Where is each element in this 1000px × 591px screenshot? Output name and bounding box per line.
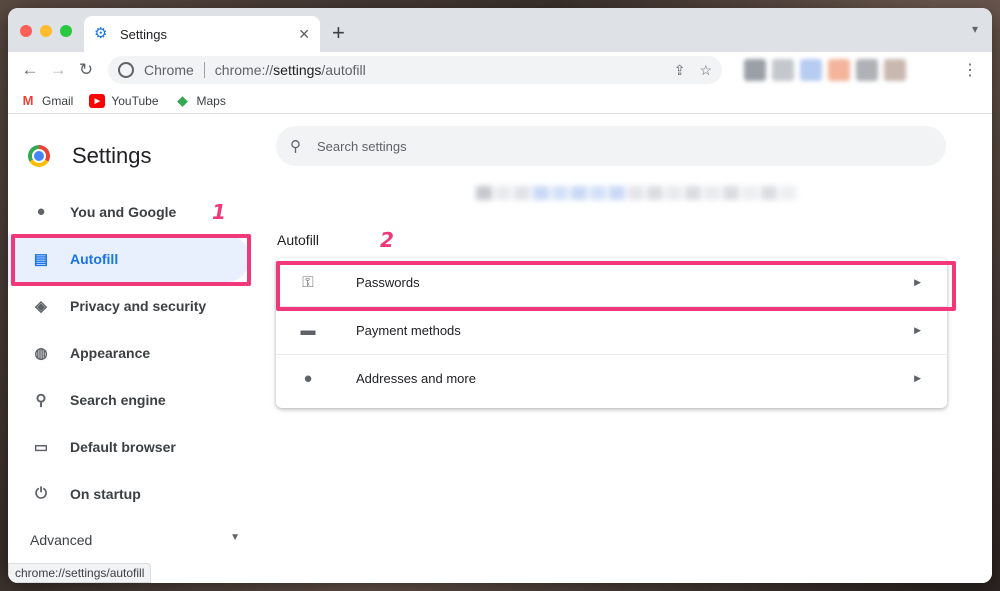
close-window-button[interactable]	[20, 25, 32, 37]
gear-icon: ⚙	[94, 25, 108, 42]
gmail-icon: M	[22, 93, 34, 108]
bookmark-gmail[interactable]: M Gmail	[20, 93, 74, 108]
blurred-extension-icon[interactable]	[884, 59, 906, 81]
bookmark-youtube[interactable]: ▶ YouTube	[89, 93, 159, 108]
addresses-row[interactable]: ● Addresses and more ▶	[276, 354, 947, 402]
payment-methods-row[interactable]: ▬ Payment methods ▶	[276, 306, 947, 354]
person-icon: ●	[36, 203, 46, 220]
blurred-profile-banner	[476, 186, 796, 200]
maximize-window-button[interactable]	[60, 25, 72, 37]
sidebar-item-on-startup[interactable]: ⏻ On startup	[8, 470, 258, 517]
annotation-2: 2	[380, 228, 394, 252]
key-icon: ⚿	[302, 273, 314, 291]
youtube-icon: ▶	[89, 93, 106, 108]
sidebar-item-appearance[interactable]: ◍ Appearance	[8, 329, 258, 376]
minimize-window-button[interactable]	[40, 25, 52, 37]
caret-down-icon: ▼	[230, 532, 240, 543]
settings-sidebar: Settings ● You and Google ▤ Autofill ◈ P…	[8, 116, 258, 583]
tab-search-button[interactable]: ▾	[972, 22, 978, 36]
settings-header: Settings	[8, 116, 258, 178]
forward-button[interactable]: →	[44, 56, 72, 84]
arrow-right-icon: ▶	[914, 373, 921, 383]
credit-card-icon: ▬	[300, 322, 316, 339]
sidebar-nav: ● You and Google ▤ Autofill ◈ Privacy an…	[8, 188, 258, 517]
passwords-row[interactable]: ⚿ Passwords ▶	[276, 258, 947, 306]
clipboard-icon: ▤	[33, 250, 49, 268]
sidebar-item-privacy[interactable]: ◈ Privacy and security	[8, 282, 258, 329]
blurred-extension-icon[interactable]	[772, 59, 794, 81]
sidebar-item-autofill[interactable]: ▤ Autofill	[8, 235, 250, 282]
page-title: Settings	[72, 143, 152, 168]
url-text[interactable]: chrome://settings/autofill	[215, 62, 660, 78]
search-icon: ⚲	[290, 138, 301, 155]
tab-settings[interactable]: ⚙ Settings ✕	[84, 16, 320, 52]
browser-icon: ▭	[33, 438, 49, 456]
star-icon[interactable]: ☆	[699, 62, 712, 79]
advanced-toggle[interactable]: Advanced ▼	[30, 532, 240, 548]
blurred-extension-icon[interactable]	[744, 59, 766, 81]
divider	[203, 62, 205, 78]
toolbar: ← → ↻ Chrome chrome://settings/autofill …	[8, 52, 992, 88]
autofill-card: ⚿ Passwords ▶ ▬ Payment methods ▶ ● Addr…	[276, 258, 947, 408]
bookmarks-bar: M Gmail ▶ YouTube ◆ Maps	[8, 88, 992, 114]
annotation-1: 1	[212, 200, 226, 224]
search-icon: ⚲	[35, 391, 47, 409]
settings-page: Settings ● You and Google ▤ Autofill ◈ P…	[8, 116, 992, 583]
shield-icon: ◈	[35, 297, 47, 315]
bookmark-maps[interactable]: ◆ Maps	[175, 92, 226, 108]
address-bar[interactable]: Chrome chrome://settings/autofill ⇪ ☆	[108, 56, 722, 84]
location-pin-icon: ●	[303, 370, 313, 387]
close-icon[interactable]: ✕	[298, 26, 310, 43]
chrome-logo-icon	[28, 145, 50, 167]
power-icon: ⏻	[35, 485, 47, 502]
site-label: Chrome	[144, 62, 194, 78]
arrow-right-icon: ▶	[914, 325, 921, 335]
browser-window: ⚙ Settings ✕ + ▾ ← → ↻ Chrome chrome://s…	[8, 8, 992, 583]
blurred-extension-icon[interactable]	[800, 59, 822, 81]
status-bubble: chrome://settings/autofill	[8, 563, 152, 583]
arrow-right-icon: ▶	[914, 276, 921, 287]
palette-icon: ◍	[34, 344, 48, 362]
new-tab-button[interactable]: +	[332, 20, 345, 46]
sidebar-item-default-browser[interactable]: ▭ Default browser	[8, 423, 258, 470]
maps-icon: ◆	[177, 92, 188, 108]
menu-kebab-icon[interactable]: ⋮	[962, 60, 978, 80]
tab-title: Settings	[120, 26, 167, 42]
autofill-section-title: Autofill	[277, 232, 320, 248]
extensions-area	[744, 59, 906, 81]
tab-strip: ⚙ Settings ✕ + ▾	[8, 8, 992, 52]
back-button[interactable]: ←	[16, 56, 44, 84]
chrome-site-icon	[118, 62, 134, 78]
search-input[interactable]	[317, 138, 877, 154]
blurred-extension-icon[interactable]	[856, 59, 878, 81]
sidebar-item-search-engine[interactable]: ⚲ Search engine	[8, 376, 258, 423]
share-icon[interactable]: ⇪	[674, 62, 686, 79]
search-bar[interactable]: ⚲	[276, 126, 946, 166]
blurred-extension-icon[interactable]	[828, 59, 850, 81]
reload-button[interactable]: ↻	[72, 56, 100, 84]
